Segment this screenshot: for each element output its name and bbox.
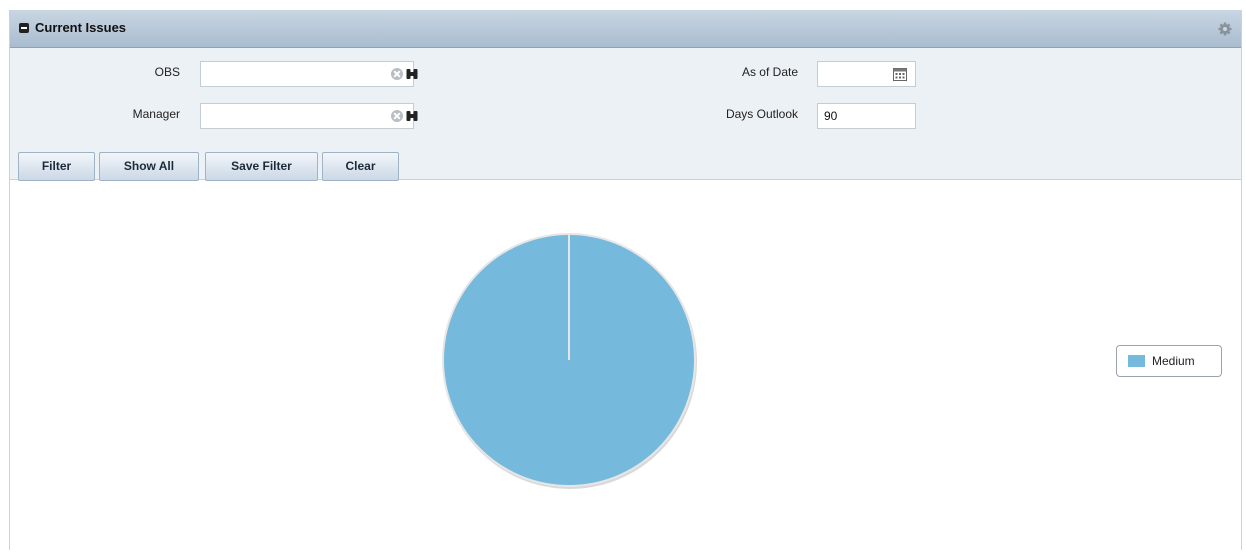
collapse-icon[interactable]	[19, 23, 29, 33]
manager-clear-icon[interactable]	[391, 110, 403, 122]
obs-clear-icon[interactable]	[391, 68, 403, 80]
pie-chart	[442, 233, 697, 489]
chart-legend: Medium	[1116, 345, 1222, 377]
legend-swatch-medium	[1128, 355, 1145, 367]
save-filter-button[interactable]: Save Filter	[205, 152, 318, 181]
chart-area: Medium	[10, 180, 1241, 550]
filter-button[interactable]: Filter	[18, 152, 95, 181]
manager-binoculars-icon[interactable]	[406, 110, 418, 122]
show-all-button[interactable]: Show All	[99, 152, 199, 181]
clear-button[interactable]: Clear	[322, 152, 399, 181]
days-outlook-field[interactable]: 90	[817, 103, 916, 129]
gear-icon[interactable]	[1218, 22, 1232, 36]
as-of-date-label: As of Date	[741, 65, 798, 79]
portlet-title: Current Issues	[35, 20, 127, 35]
obs-label: OBS	[154, 65, 180, 79]
manager-label: Manager	[132, 107, 180, 121]
filter-panel: OBS Manager As of Date Days Outlook 90 F…	[10, 48, 1241, 181]
current-issues-portlet: Current Issues OBS Manager As of Date Da…	[9, 10, 1242, 550]
obs-field[interactable]	[200, 61, 414, 87]
obs-binoculars-icon[interactable]	[406, 68, 418, 80]
legend-label-medium: Medium	[1152, 354, 1195, 368]
manager-field[interactable]	[200, 103, 414, 129]
days-outlook-label: Days Outlook	[725, 107, 798, 121]
portlet-header: Current Issues	[10, 10, 1241, 48]
calendar-icon[interactable]	[893, 67, 907, 81]
